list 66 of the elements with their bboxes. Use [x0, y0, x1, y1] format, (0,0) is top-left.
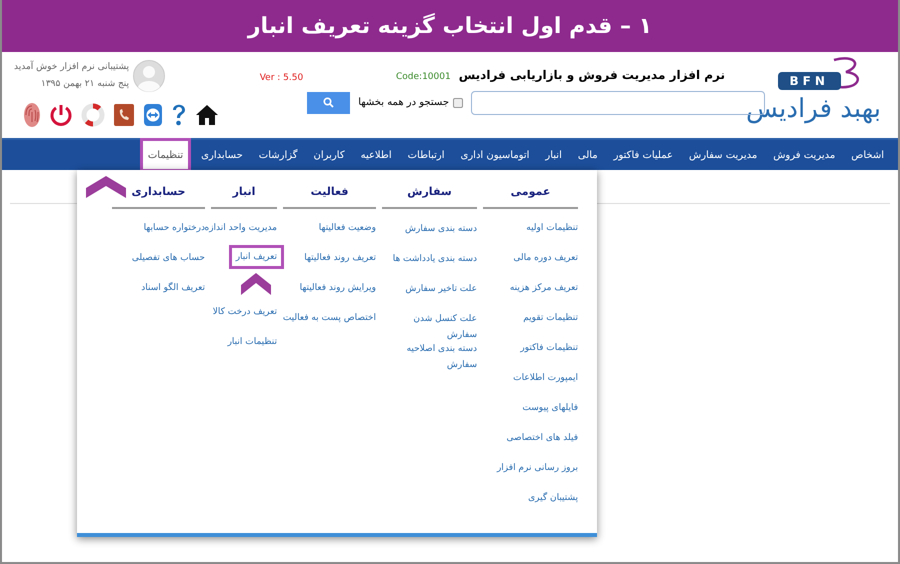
code-label: Code:10001 [396, 71, 451, 84]
nav-tab[interactable]: انبار [540, 140, 567, 170]
menu-item[interactable]: بروز رسانی نرم افزار [496, 460, 578, 474]
nav-tab[interactable]: مدیریت سفارش [684, 140, 762, 170]
menu-item[interactable]: وضعیت فعالیتها [318, 220, 376, 234]
column-heading: حسابداری [112, 184, 205, 208]
menu-item[interactable]: تنظیمات اولیه [526, 220, 578, 234]
home-icon[interactable] [195, 104, 219, 126]
nav-tab[interactable]: گزارشات [254, 140, 303, 170]
menu-item[interactable]: اختصاص پست به فعالیت [282, 310, 376, 324]
menu-item[interactable]: پشتیبان گیری [528, 490, 578, 504]
nav-tab[interactable]: کاربران [308, 140, 350, 170]
menu-item[interactable]: دسته بندی اصلاحیه سفارش [385, 340, 477, 372]
menu-item[interactable]: تعریف الگو اسناد [141, 280, 205, 294]
menu-item[interactable]: تنظیمات فاکتور [520, 340, 578, 354]
banner-title: ١ – قدم اول انتخاب گزینه تعریف انبار [248, 12, 652, 40]
nav-tab[interactable]: حسابداری [196, 140, 248, 170]
column-heading: عمومی [483, 184, 578, 208]
app-title: نرم افزار مدیریت فروش و بازاریابی فرادیس [458, 67, 725, 84]
menu-item[interactable]: تعریف دوره مالی [513, 250, 578, 264]
menu-item[interactable]: ایمپورت اطلاعات [513, 370, 578, 384]
lifebuoy-icon[interactable] [81, 103, 105, 127]
menu-item[interactable]: فایلهای پیوست [522, 400, 578, 414]
menu-item[interactable]: درختواره حسابها [144, 220, 205, 234]
remote-support-icon[interactable] [143, 103, 163, 127]
menu-item[interactable]: علت تاخیر سفارش [385, 280, 477, 296]
nav-tab[interactable]: تنظیمات [140, 138, 192, 172]
help-icon[interactable] [171, 103, 187, 127]
nav-tab[interactable]: مالی [572, 140, 603, 170]
date-text: پنج شنبه ۲۱ بهمن ۱۳۹۵ [41, 78, 130, 91]
menu-item[interactable]: تعریف درخت کالا [212, 304, 277, 318]
menu-item[interactable]: ویرایش روند فعالیتها [300, 280, 376, 294]
menu-item[interactable]: تعریف روند فعالیتها [304, 250, 376, 264]
nav-tab[interactable]: ارتباطات [402, 140, 450, 170]
menu-item[interactable]: تعریف مرکز هزینه [510, 280, 578, 294]
logo-text: بهبد فرادیس [746, 94, 881, 124]
nav-tab[interactable]: عملیات فاکتور [608, 140, 678, 170]
phonebook-icon[interactable] [113, 103, 135, 127]
nav-tab[interactable]: اتوماسیون اداری [456, 140, 534, 170]
welcome-text: پشتیبانی نرم افزار خوش آمدید [14, 60, 130, 74]
menu-item[interactable]: تنظیمات انبار [228, 334, 277, 348]
column-heading: فعالیت [283, 184, 376, 208]
column-heading: انبار [211, 184, 277, 208]
menu-item[interactable]: دسته بندی سفارش [385, 220, 477, 236]
logo-badge: BFN [778, 72, 841, 90]
checkbox[interactable] [453, 98, 463, 108]
avatar-icon [133, 60, 166, 92]
search-icon [323, 97, 334, 108]
search-button[interactable] [307, 92, 350, 114]
nav-tab[interactable]: اشخاص [846, 140, 889, 170]
nav-tab[interactable]: اطلاعیه [356, 140, 397, 170]
power-icon[interactable] [49, 103, 73, 127]
menu-item[interactable]: علت کنسل شدن سفارش [385, 310, 477, 342]
nav-tab[interactable]: مدیریت فروش [768, 140, 840, 170]
checkbox-label: جستجو در همه بخشها [358, 96, 449, 110]
menu-item[interactable]: فیلد های اختصاصی [506, 430, 578, 444]
menu-item[interactable]: تعریف انبار [228, 244, 284, 268]
chevron-up-icon [86, 176, 126, 198]
version-label: Ver : 5.50 [260, 72, 304, 85]
menu-item[interactable]: دسته بندی یادداشت ها [385, 250, 477, 266]
menu-item[interactable]: تنظیمات تقویم [523, 310, 578, 324]
menu-item[interactable]: حساب های تفصیلی [132, 250, 205, 264]
column-heading: سفارش [382, 184, 477, 208]
chevron-up-icon [241, 272, 271, 294]
menu-item[interactable]: مدیریت واحد اندازه [204, 220, 277, 234]
fingerprint-icon[interactable] [23, 102, 41, 128]
